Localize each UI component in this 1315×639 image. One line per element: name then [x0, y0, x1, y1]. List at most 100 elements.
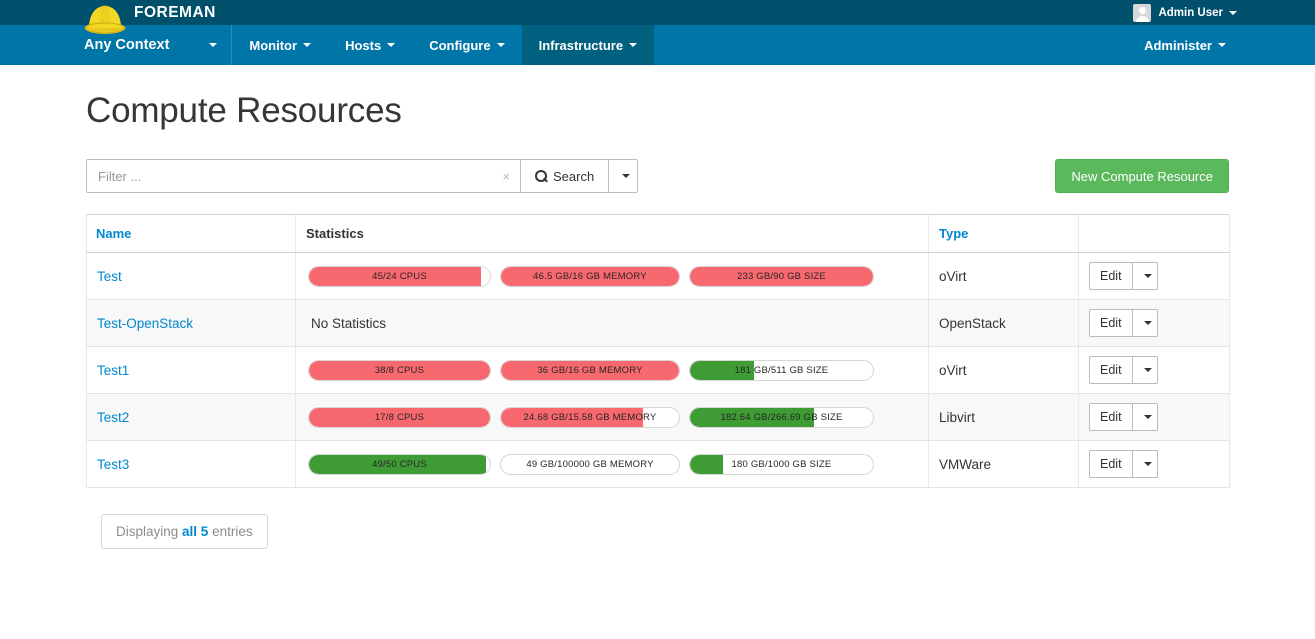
edit-button[interactable]: Edit	[1089, 309, 1133, 337]
pager-prefix: Displaying	[116, 524, 183, 539]
nav-label: Infrastructure	[538, 37, 624, 53]
action-button-group: Edit	[1089, 403, 1158, 431]
cell-name: Test-OpenStack	[86, 299, 296, 347]
edit-dropdown-button[interactable]	[1132, 356, 1158, 384]
resource-type-label: VMWare	[939, 456, 992, 472]
cell-actions: Edit	[1078, 252, 1230, 300]
cell-statistics: 49/50 CPUS 49 GB/100000 GB MEMORY 180 GB/1…	[295, 440, 929, 488]
search-button-label: Search	[553, 168, 595, 184]
clear-icon[interactable]: ×	[500, 169, 512, 184]
nav-item-configure[interactable]: Configure	[412, 25, 521, 65]
table-body: Test 45/24 CPUS 46.5 GB/16 GB MEMORY 233 GB…	[86, 252, 1230, 488]
cell-actions: Edit	[1078, 440, 1230, 488]
progress-bar-label: 182.64 GB/266.69 GB SIZE	[720, 411, 843, 423]
resource-type-label: Libvirt	[939, 409, 976, 425]
nav-label: Configure	[429, 37, 491, 53]
cell-type: OpenStack	[928, 299, 1079, 347]
page-content: Compute Resources Filter ... × Search Ne…	[0, 91, 1315, 549]
cell-type: oVirt	[928, 346, 1079, 394]
cell-statistics: No Statistics	[295, 299, 929, 347]
nav-item-hosts[interactable]: Hosts	[328, 25, 412, 65]
caret-down-icon	[209, 43, 218, 47]
toolbar: Filter ... × Search New Compute Resource	[86, 159, 1229, 193]
search-input[interactable]: Filter ... ×	[86, 159, 521, 193]
resource-link[interactable]: Test2	[97, 410, 129, 425]
page-title: Compute Resources	[86, 91, 402, 130]
progress-bar-label: 181 GB/511 GB SIZE	[734, 364, 829, 376]
table-row: Test3 49/50 CPUS 49 GB/100000 GB MEMORY 180…	[86, 440, 1230, 488]
progress-bar-label: 49 GB/100000 GB MEMORY	[526, 458, 654, 470]
resource-link[interactable]: Test1	[97, 363, 129, 378]
column-header-actions	[1078, 214, 1230, 253]
statistics-bars: 17/8 CPUS 24.68 GB/15.58 GB MEMORY 182.64 …	[306, 406, 928, 428]
table-row: Test1 38/8 CPUS 36 GB/16 GB MEMORY 181 GB/5…	[86, 346, 1230, 394]
edit-button[interactable]: Edit	[1089, 356, 1133, 384]
cell-name: Test3	[86, 440, 296, 488]
progress-bar-label: 36 GB/16 GB MEMORY	[537, 364, 643, 376]
search-button[interactable]: Search	[520, 159, 610, 193]
progress-bar-cpu: 38/8 CPUS	[308, 359, 491, 381]
edit-dropdown-button[interactable]	[1132, 309, 1158, 337]
caret-down-icon	[1143, 368, 1152, 372]
resource-link[interactable]: Test-OpenStack	[97, 316, 193, 331]
caret-down-icon	[622, 174, 631, 178]
caret-down-icon	[1218, 43, 1226, 47]
nav-item-infrastructure[interactable]: Infrastructure	[521, 25, 655, 65]
progress-bar-cpu: 45/24 CPUS	[308, 265, 491, 287]
edit-dropdown-button[interactable]	[1132, 450, 1158, 478]
nav-item-monitor[interactable]: Monitor	[232, 25, 328, 65]
caret-down-icon	[1143, 274, 1152, 278]
hardhat-icon	[84, 5, 126, 34]
statistics-bars: 45/24 CPUS 46.5 GB/16 GB MEMORY 233 GB/90 …	[306, 265, 928, 287]
progress-bar-label: 17/8 CPUS	[374, 411, 425, 423]
resource-type-label: OpenStack	[939, 315, 1006, 331]
new-compute-resource-button[interactable]: New Compute Resource	[1055, 159, 1229, 193]
progress-bar-cpu: 17/8 CPUS	[308, 406, 491, 428]
edit-button[interactable]: Edit	[1089, 450, 1133, 478]
nav-item-administer[interactable]: Administer	[1127, 25, 1243, 65]
cell-actions: Edit	[1078, 299, 1230, 347]
caret-down-icon	[496, 43, 505, 47]
caret-down-icon	[629, 43, 638, 47]
search-dropdown-button[interactable]	[608, 159, 639, 193]
progress-bar-label: 233 GB/90 GB SIZE	[737, 270, 826, 282]
progress-bar-size: 181 GB/511 GB SIZE	[689, 359, 874, 381]
statistics-bars: 38/8 CPUS 36 GB/16 GB MEMORY 181 GB/511 GB…	[306, 359, 928, 381]
action-button-group: Edit	[1089, 309, 1158, 337]
nav-label: Monitor	[249, 37, 298, 53]
caret-down-icon	[1143, 462, 1152, 466]
column-header-name[interactable]: Name	[86, 214, 296, 253]
caret-down-icon	[1229, 10, 1237, 15]
cell-type: Libvirt	[928, 393, 1079, 441]
resource-link[interactable]: Test	[97, 269, 122, 284]
resource-type-label: oVirt	[939, 268, 967, 284]
progress-bar-label: 38/8 CPUS	[374, 364, 425, 376]
filter-group: Filter ... × Search	[86, 159, 639, 193]
progress-bar-memory: 36 GB/16 GB MEMORY	[500, 359, 680, 381]
edit-dropdown-button[interactable]	[1132, 262, 1158, 290]
cell-name: Test1	[86, 346, 296, 394]
table-row: Test2 17/8 CPUS 24.68 GB/15.58 GB MEMORY 18…	[86, 393, 1230, 441]
cell-statistics: 45/24 CPUS 46.5 GB/16 GB MEMORY 233 GB/90 …	[295, 252, 929, 300]
edit-dropdown-button[interactable]	[1132, 403, 1158, 431]
edit-button[interactable]: Edit	[1089, 262, 1133, 290]
pagination-info[interactable]: Displaying all 5 entries	[101, 514, 268, 549]
caret-down-icon	[1143, 415, 1152, 419]
progress-bar-size: 180 GB/1000 GB SIZE	[689, 453, 874, 475]
table-row: Test-OpenStack No Statistics OpenStack Edit	[86, 299, 1230, 347]
action-button-group: Edit	[1089, 356, 1158, 384]
user-name-label: Admin User	[1158, 6, 1223, 19]
nav-label: Administer	[1144, 37, 1212, 53]
resource-type-label: oVirt	[939, 362, 967, 378]
progress-bar-size: 182.64 GB/266.69 GB SIZE	[689, 406, 874, 428]
table-row: Test 45/24 CPUS 46.5 GB/16 GB MEMORY 233 GB…	[86, 252, 1230, 300]
progress-bar-label: 45/24 CPUS	[372, 270, 427, 282]
edit-button[interactable]: Edit	[1089, 403, 1133, 431]
cell-type: VMWare	[928, 440, 1079, 488]
cell-statistics: 17/8 CPUS 24.68 GB/15.58 GB MEMORY 182.64 …	[295, 393, 929, 441]
pager-count: all 5	[182, 524, 209, 539]
resource-link[interactable]: Test3	[97, 457, 129, 472]
cell-name: Test2	[86, 393, 296, 441]
user-menu[interactable]: Admin User	[1133, 3, 1237, 22]
column-header-type[interactable]: Type	[928, 214, 1079, 253]
